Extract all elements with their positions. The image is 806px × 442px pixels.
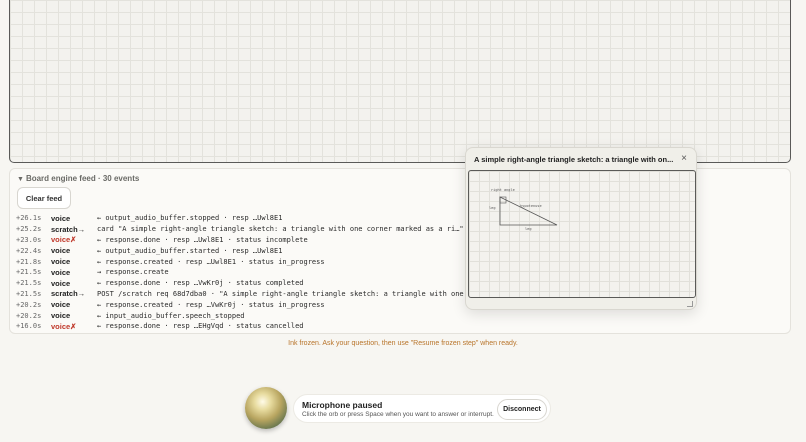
triangle-shape bbox=[499, 196, 558, 226]
event-time: +16.0s bbox=[16, 322, 42, 331]
event-time: +20.2s bbox=[16, 300, 42, 309]
event-kind: voice bbox=[51, 257, 71, 267]
event-message: ← input_audio_buffer.speech_stopped bbox=[97, 311, 245, 320]
event-time: +21.5s bbox=[16, 279, 42, 288]
event-kind: voice bbox=[51, 300, 71, 310]
event-message: ← output_audio_buffer.started · resp …Uw… bbox=[97, 246, 283, 255]
clear-feed-button[interactable]: Clear feed bbox=[17, 187, 71, 209]
event-message: ← response.created · resp …VwKr0j · stat… bbox=[97, 300, 325, 309]
event-time: +26.1s bbox=[16, 214, 42, 223]
mic-status-subtitle: Click the orb or press Space when you wa… bbox=[302, 411, 494, 418]
event-kind: voice bbox=[51, 311, 71, 321]
event-message: ← response.done · resp …Uwl8E1 · status … bbox=[97, 235, 308, 244]
popup-title: A simple right-angle triangle sketch: a … bbox=[474, 155, 674, 164]
label-leg-side: leg bbox=[489, 206, 496, 210]
event-message: ← output_audio_buffer.stopped · resp …Uw… bbox=[97, 214, 283, 223]
mic-status-panel: Microphone paused Click the orb or press… bbox=[293, 394, 551, 423]
event-time: +20.2s bbox=[16, 311, 42, 320]
event-message: → response.create bbox=[97, 268, 169, 277]
event-kind: scratch→ bbox=[51, 289, 86, 299]
triangle-down-icon: ▼ bbox=[17, 176, 24, 183]
event-kind: voice✗ bbox=[51, 235, 77, 245]
mic-status-title: Microphone paused bbox=[302, 400, 383, 410]
close-icon[interactable]: × bbox=[681, 153, 687, 164]
feed-header-toggle[interactable]: ▼ Board engine feed · 30 events bbox=[17, 174, 139, 183]
status-message: Ink frozen. Ask your question, then use … bbox=[288, 340, 518, 347]
event-kind: voice✗ bbox=[51, 321, 77, 331]
resize-handle[interactable] bbox=[687, 301, 693, 307]
feed-row: +16.0s voice✗ ← response.done · resp …EHgV… bbox=[16, 321, 790, 332]
event-time: +21.5s bbox=[16, 289, 42, 298]
event-time: +21.8s bbox=[16, 257, 42, 266]
microphone-orb[interactable] bbox=[245, 387, 287, 429]
right-angle-marker bbox=[499, 196, 507, 204]
triangle-sketch: right angle hypotenuse leg leg bbox=[489, 188, 558, 231]
event-kind: scratch→ bbox=[51, 224, 86, 234]
sketch-card-popup[interactable]: A simple right-angle triangle sketch: a … bbox=[465, 147, 697, 310]
event-kind: voice bbox=[51, 267, 71, 277]
event-message: ← response.done · resp …VwKr0j · status … bbox=[97, 279, 304, 288]
event-message: card "A simple right-angle triangle sket… bbox=[97, 225, 473, 234]
event-time: +22.4s bbox=[16, 246, 42, 255]
label-leg-bottom: leg bbox=[525, 227, 532, 231]
label-hypotenuse: hypotenuse bbox=[520, 204, 542, 208]
disconnect-button[interactable]: Disconnect bbox=[497, 399, 547, 420]
feed-title: Board engine feed · 30 events bbox=[25, 174, 140, 183]
sketch-canvas: right angle hypotenuse leg leg bbox=[468, 170, 696, 298]
label-right-angle: right angle bbox=[491, 188, 515, 192]
event-time: +23.0s bbox=[16, 235, 42, 244]
event-time: +25.2s bbox=[16, 225, 42, 234]
event-kind: voice bbox=[51, 278, 71, 288]
event-kind: voice bbox=[51, 213, 71, 223]
event-message: ← response.done · resp …EHgVqd · status … bbox=[97, 322, 304, 331]
event-message: POST /scratch req 68d7dba0 · "A simple r… bbox=[97, 289, 473, 298]
event-kind: voice bbox=[51, 246, 71, 256]
event-message: ← response.created · resp …Uwl8E1 · stat… bbox=[97, 257, 325, 266]
event-time: +21.5s bbox=[16, 268, 42, 277]
feed-row: +20.2s voice ← input_audio_buffer.speech_s… bbox=[16, 310, 790, 321]
whiteboard-canvas[interactable] bbox=[9, 0, 791, 163]
